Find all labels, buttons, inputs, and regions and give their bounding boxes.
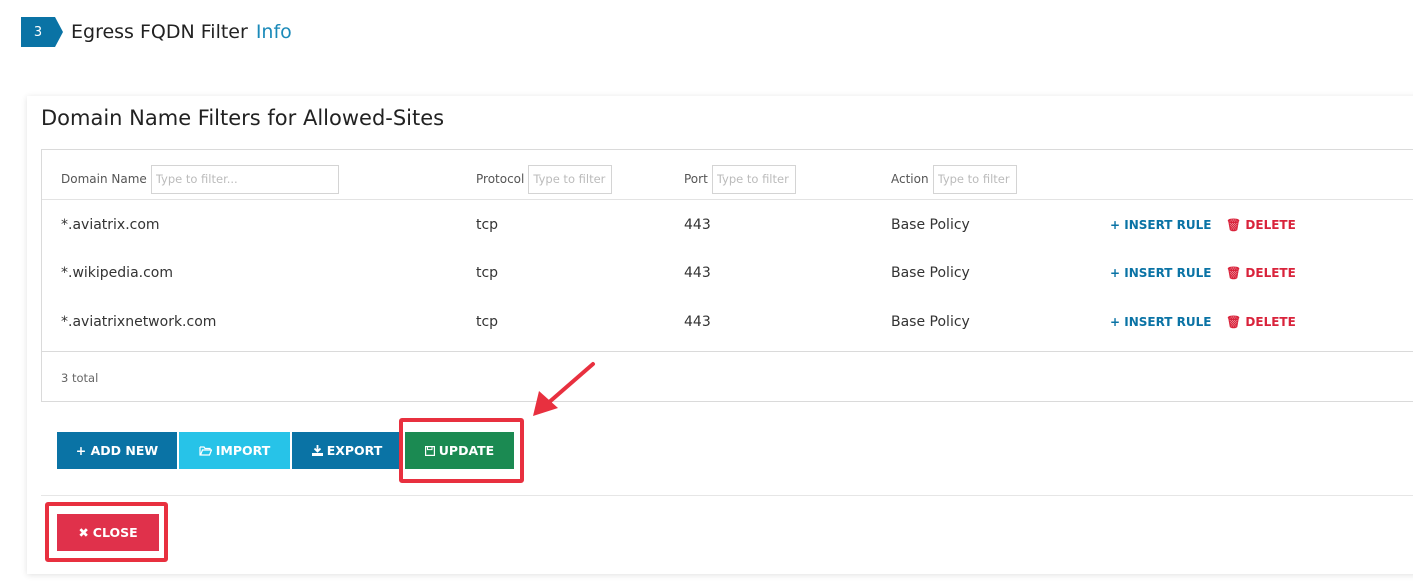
domain-cell: *.aviatrixnetwork.com	[61, 314, 217, 330]
column-label: Domain Name	[61, 172, 147, 186]
column-label: Protocol	[476, 172, 525, 186]
export-button[interactable]: EXPORT	[292, 432, 402, 469]
folder-open-icon	[199, 446, 212, 456]
add-new-button[interactable]: + ADD NEW	[57, 432, 177, 469]
delete-label: DELETE	[1245, 315, 1296, 329]
column-label: Action	[891, 172, 929, 186]
table-row: *.wikipedia.com tcp 443 Base Policy + IN…	[42, 249, 1413, 297]
domain-cell: *.wikipedia.com	[61, 265, 173, 281]
info-link[interactable]: Info	[256, 21, 292, 43]
action-cell: Base Policy	[891, 265, 970, 281]
delete-label: DELETE	[1245, 266, 1296, 280]
update-highlight-box	[399, 418, 524, 483]
action-cell: Base Policy	[891, 217, 970, 233]
step-header: 3 Egress FQDN Filter Info	[21, 17, 292, 47]
column-protocol: Protocol	[476, 164, 613, 194]
action-filter-input[interactable]	[932, 164, 1017, 194]
import-button[interactable]: IMPORT	[179, 432, 290, 469]
delete-button[interactable]: 🗑︎ DELETE	[1226, 266, 1296, 280]
protocol-cell: tcp	[476, 314, 499, 330]
protocol-cell: tcp	[476, 217, 499, 233]
action-cell: Base Policy	[891, 314, 970, 330]
close-highlight-box	[45, 502, 168, 562]
domain-filter-input[interactable]	[150, 164, 339, 194]
delete-button[interactable]: 🗑︎ DELETE	[1226, 218, 1296, 232]
port-cell: 443	[684, 265, 711, 281]
section-divider	[41, 495, 1413, 496]
domain-cell: *.aviatrix.com	[61, 217, 160, 233]
port-cell: 443	[684, 314, 711, 330]
column-action: Action	[891, 164, 1017, 194]
insert-rule-button[interactable]: + INSERT RULE	[1110, 266, 1211, 280]
column-port: Port	[684, 164, 796, 194]
export-label: EXPORT	[326, 443, 383, 458]
delete-label: DELETE	[1245, 218, 1296, 232]
row-count: 3 total	[61, 371, 99, 385]
step-title: Egress FQDN Filter	[71, 21, 248, 43]
protocol-filter-input[interactable]	[528, 164, 613, 194]
delete-button[interactable]: 🗑︎ DELETE	[1226, 315, 1296, 329]
protocol-cell: tcp	[476, 265, 499, 281]
import-label: IMPORT	[215, 443, 271, 458]
insert-rule-button[interactable]: + INSERT RULE	[1110, 218, 1211, 232]
column-domain-name: Domain Name	[61, 164, 339, 194]
download-icon	[311, 445, 323, 456]
card-title: Domain Name Filters for Allowed-Sites	[41, 106, 445, 130]
port-cell: 443	[684, 217, 711, 233]
trash-icon: 🗑︎	[1226, 266, 1246, 280]
table-row: *.aviatrix.com tcp 443 Base Policy + INS…	[42, 201, 1413, 249]
insert-rule-button[interactable]: + INSERT RULE	[1110, 315, 1211, 329]
domain-filter-table: Domain Name Protocol Port Action *.aviat…	[41, 149, 1413, 402]
table-row: *.aviatrixnetwork.com tcp 443 Base Polic…	[42, 298, 1413, 346]
trash-icon: 🗑︎	[1226, 218, 1246, 232]
step-number-badge: 3	[21, 17, 63, 47]
column-label: Port	[684, 172, 708, 186]
table-header: Domain Name Protocol Port Action	[42, 150, 1413, 200]
annotation-arrow	[533, 362, 595, 416]
table-footer: 3 total	[42, 351, 1413, 402]
fqdn-filter-card: Domain Name Filters for Allowed-Sites Do…	[27, 96, 1413, 574]
port-filter-input[interactable]	[711, 164, 796, 194]
trash-icon: 🗑︎	[1226, 315, 1246, 329]
